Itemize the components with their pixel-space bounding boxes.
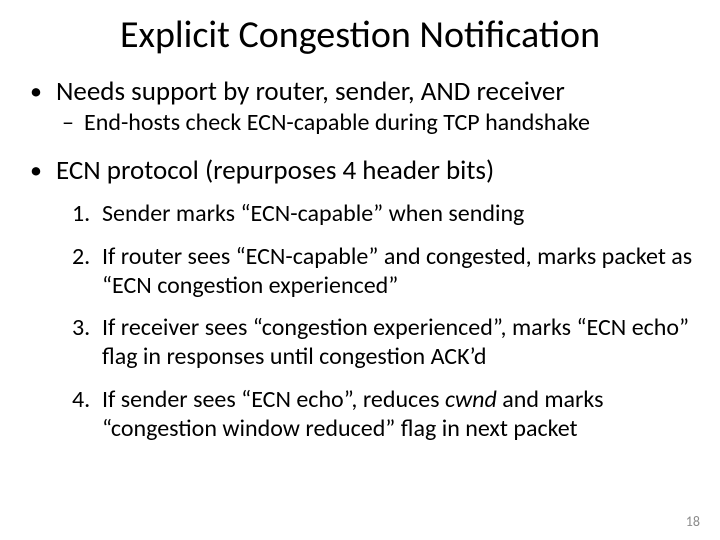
sub-bullet-text: End-hosts check ECN-capable during TCP h… [84, 109, 700, 137]
slide: Explicit Congestion Notification • Needs… [0, 0, 720, 540]
list-text: If sender sees “ECN echo”, reduces cwnd … [102, 386, 700, 444]
italic-term: cwnd [445, 385, 497, 414]
bullet-item: • Needs support by router, sender, AND r… [30, 76, 700, 107]
bullet-item: • ECN protocol (repurposes 4 header bits… [30, 155, 700, 186]
list-text: Sender marks “ECN-capable” when sending [102, 200, 700, 229]
list-number: 1. [72, 200, 102, 229]
list-text: If receiver sees “congestion experienced… [102, 314, 700, 372]
list-text: If router sees “ECN-capable” and congest… [102, 243, 700, 301]
bullet-icon: • [30, 76, 56, 107]
sub-bullet-item: – End-hosts check ECN-capable during TCP… [62, 109, 700, 137]
list-item: 4. If sender sees “ECN echo”, reduces cw… [72, 386, 700, 444]
dash-icon: – [62, 109, 84, 137]
slide-title: Explicit Congestion Notification [0, 12, 720, 58]
text-span: If sender sees “ECN echo”, reduces [102, 385, 445, 414]
bullet-text: Needs support by router, sender, AND rec… [56, 76, 700, 107]
list-item: 2. If router sees “ECN-capable” and cong… [72, 243, 700, 301]
slide-body: • Needs support by router, sender, AND r… [30, 70, 700, 444]
list-number: 2. [72, 243, 102, 272]
page-number: 18 [686, 513, 700, 530]
bullet-text: ECN protocol (repurposes 4 header bits) [56, 155, 700, 186]
list-number: 4. [72, 386, 102, 415]
list-item: 1. Sender marks “ECN-capable” when sendi… [72, 200, 700, 229]
bullet-icon: • [30, 155, 56, 186]
list-number: 3. [72, 314, 102, 343]
list-item: 3. If receiver sees “congestion experien… [72, 314, 700, 372]
